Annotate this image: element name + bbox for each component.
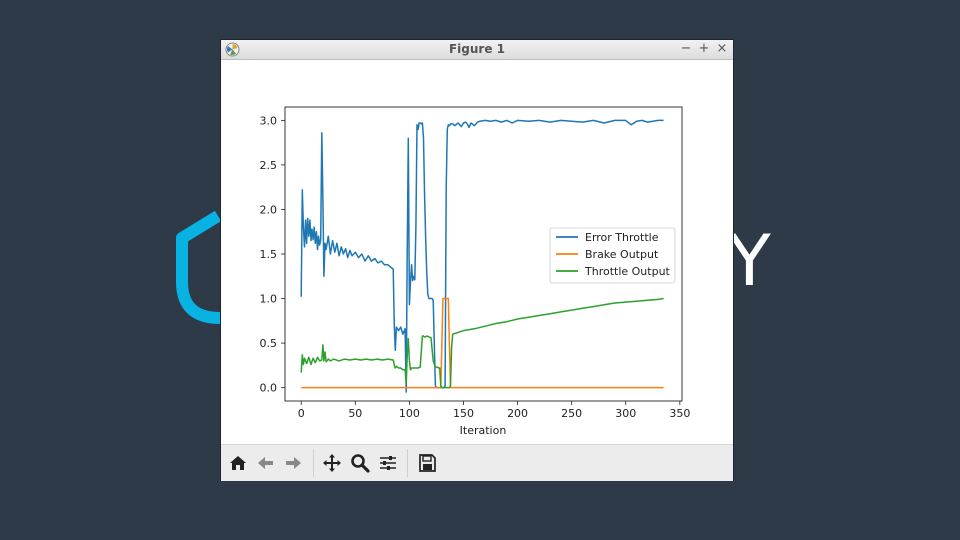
x-tick-label: 300 (615, 407, 636, 420)
maximize-button[interactable]: + (697, 41, 711, 57)
title-bar[interactable]: Figure 1 − + × (221, 40, 733, 60)
x-tick-label: 350 (669, 407, 690, 420)
y-tick-label: 0.0 (260, 382, 278, 395)
pan-icon[interactable] (321, 452, 343, 474)
x-tick-label: 150 (453, 407, 474, 420)
y-tick-label: 2.5 (260, 159, 278, 172)
y-tick-label: 1.0 (260, 293, 278, 306)
toolbar-separator (407, 449, 408, 477)
y-tick-label: 1.5 (260, 248, 278, 261)
x-tick-label: 250 (561, 407, 582, 420)
series-line-throttle-output (300, 297, 664, 389)
x-tick-label: 50 (348, 407, 362, 420)
save-icon[interactable] (416, 452, 438, 474)
toolbar-separator (313, 449, 314, 477)
y-tick-label: 2.0 (260, 203, 278, 216)
minimize-button[interactable]: − (679, 41, 693, 57)
configure-subplots-icon[interactable] (377, 452, 399, 474)
navigation-toolbar (221, 444, 733, 481)
series-line-brake-output (301, 297, 664, 389)
home-icon[interactable] (227, 452, 249, 474)
legend-label: Error Throttle (585, 231, 659, 244)
figure-canvas[interactable]: 0 50 100 150 200 250 300 350 0.0 0.5 1.0 1.5 2.0 2.5 3… (221, 60, 733, 444)
line-chart: 0 50 100 150 200 250 300 350 0.0 0.5 1.0 1.5 2.0 2.5 3… (260, 106, 690, 437)
x-axis-label: Iteration (460, 424, 507, 437)
y-tick-label: 0.5 (260, 337, 278, 350)
legend-label: Throttle Output (584, 265, 671, 278)
legend-label: Brake Output (585, 248, 659, 261)
y-tick-label: 3.0 (260, 114, 278, 127)
close-button[interactable]: × (715, 41, 729, 57)
zoom-icon[interactable] (349, 452, 371, 474)
x-tick-label: 200 (507, 407, 528, 420)
window-title: Figure 1 (448, 42, 506, 56)
forward-icon[interactable] (282, 452, 304, 474)
x-tick-label: 0 (298, 407, 305, 420)
brand-letter: Y (728, 220, 771, 302)
legend: Error Throttle Brake Output Throttle Outpu… (549, 227, 676, 284)
figure-window: Figure 1 − + × 0 50 100 150 200 250 300 350 0.0 0… (221, 40, 733, 481)
x-tick-label: 100 (399, 407, 420, 420)
back-icon[interactable] (255, 452, 277, 474)
